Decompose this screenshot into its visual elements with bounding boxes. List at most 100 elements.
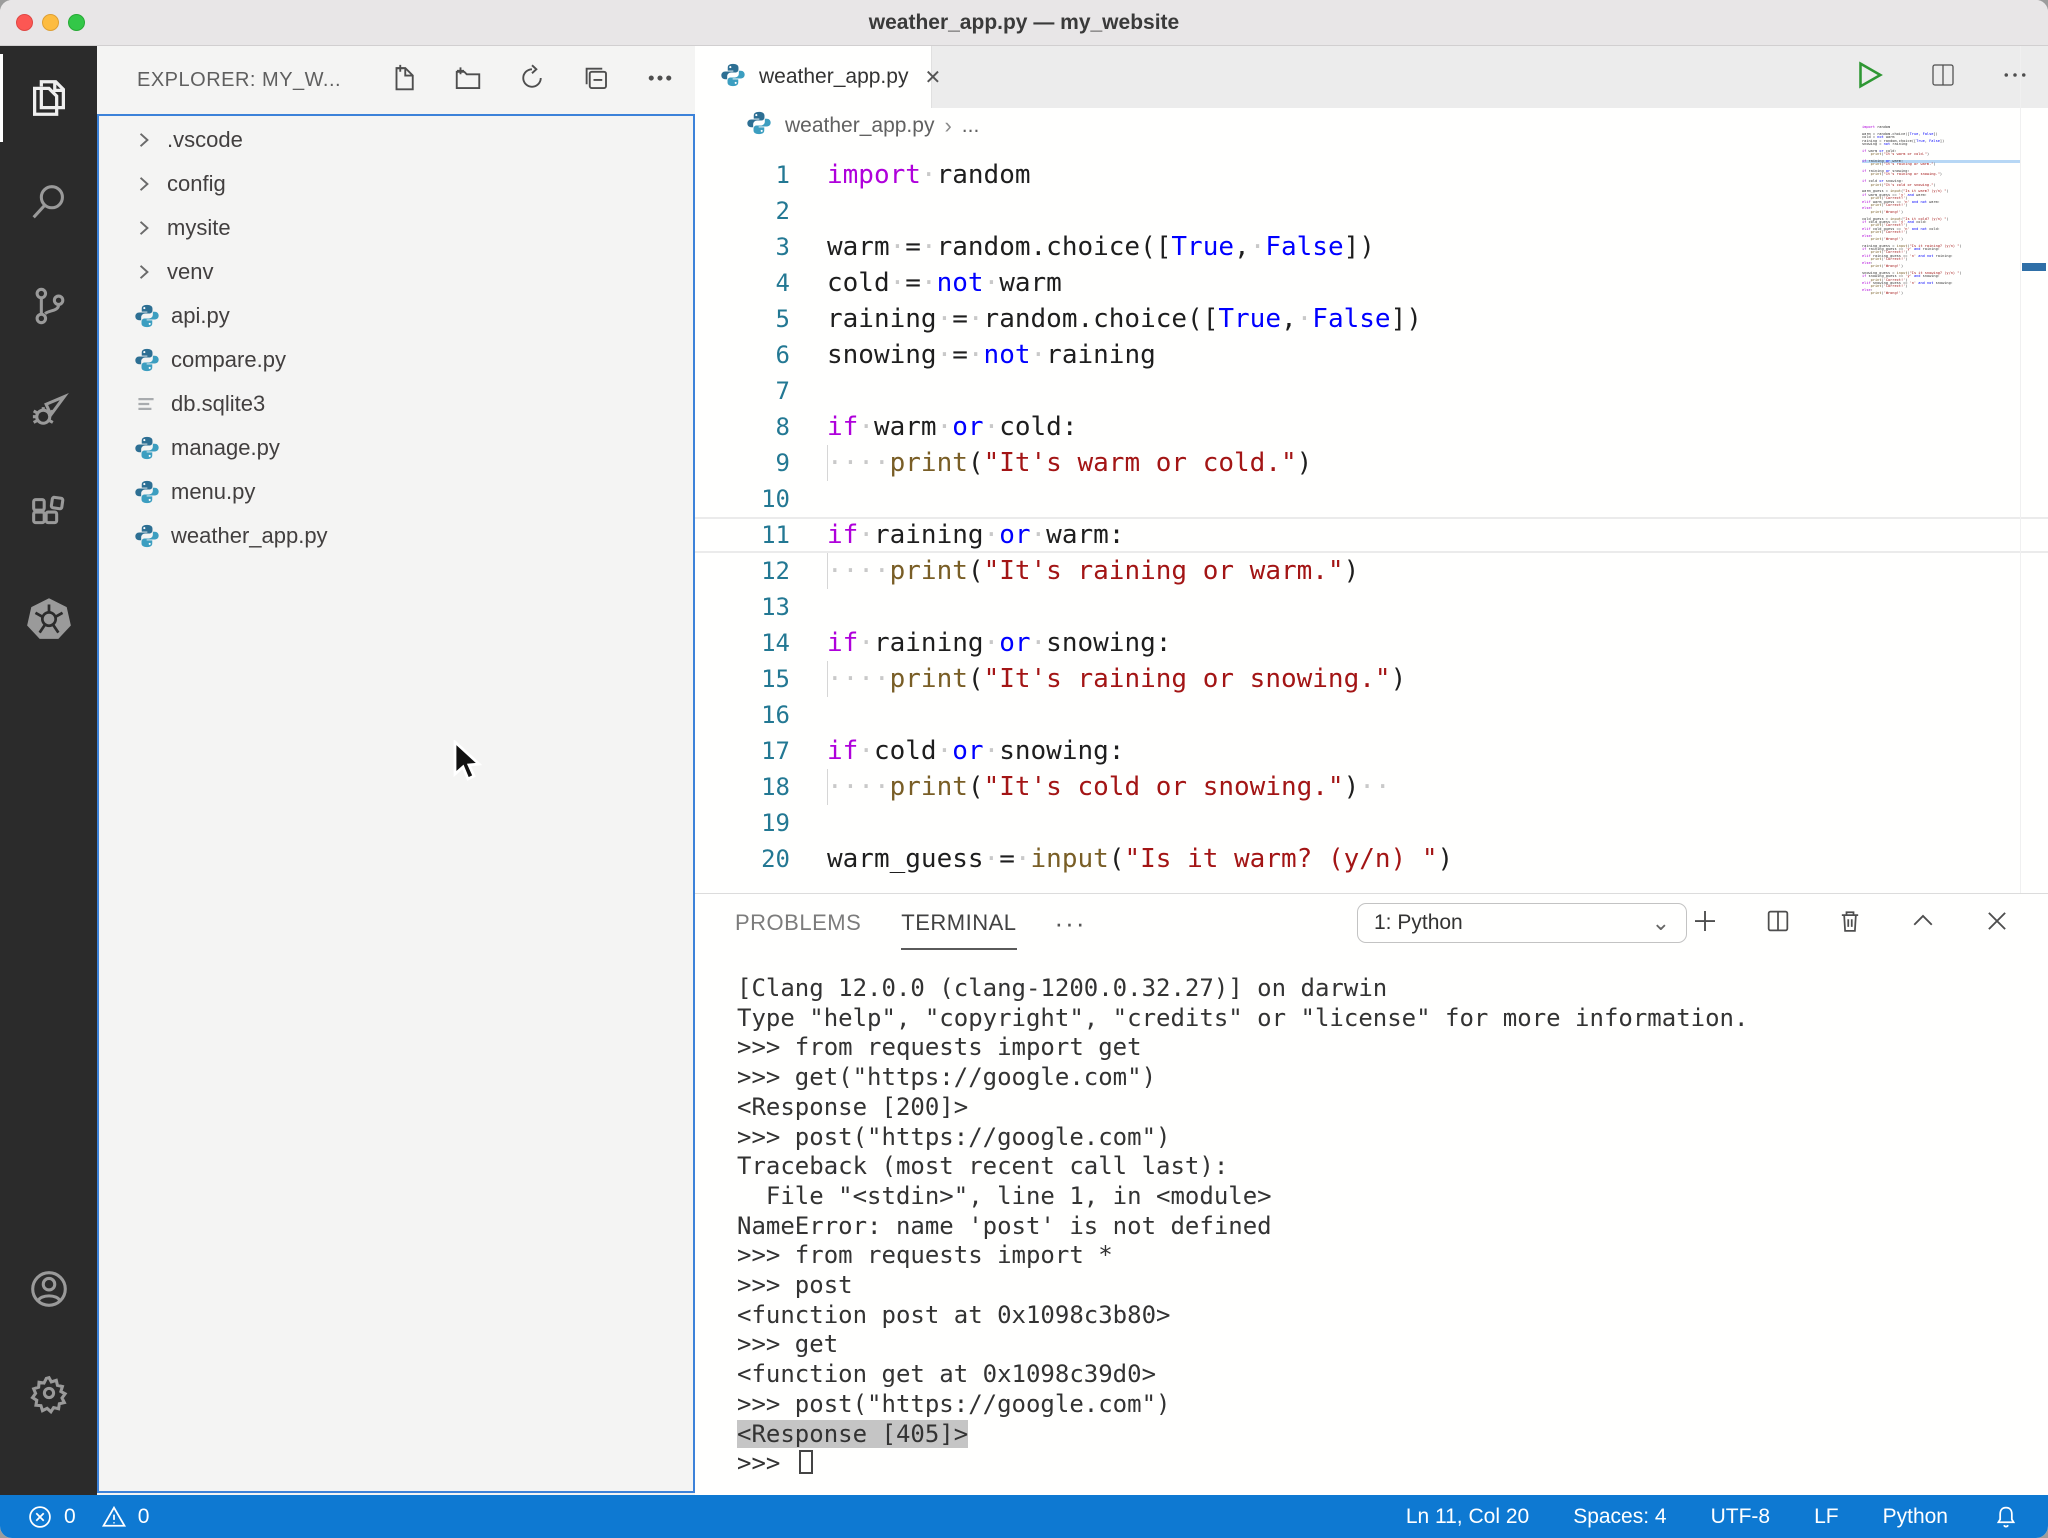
line-number: 11 [695,519,790,551]
code-line-5[interactable]: 5raining·=·random.choice([True,·False]) [695,301,2048,337]
activity-bar [0,46,97,1495]
terminal-line: >>> from requests import get [737,1033,2017,1063]
collapse-folders-icon[interactable] [581,63,611,98]
new-file-icon[interactable] [389,63,419,98]
kill-terminal-icon[interactable] [1836,907,1864,940]
tab-close-icon[interactable]: ✕ [924,65,941,90]
code-line-1[interactable]: 1import·random [695,157,2048,193]
breadcrumb[interactable]: weather_app.py › ... [695,108,2048,144]
tree-file-manage.py[interactable]: manage.py [97,426,695,470]
tree-folder-venv[interactable]: venv [97,250,695,294]
split-terminal-icon[interactable] [1764,907,1792,940]
split-editor-icon[interactable] [1928,60,1958,95]
terminal-line: >>> get("https://google.com") [737,1063,2017,1093]
tree-file-db.sqlite3[interactable]: db.sqlite3 [97,382,695,426]
overview-cursor-marker [2022,263,2046,271]
code-line-7[interactable]: 7 [695,373,2048,409]
terminal-select[interactable]: 1: Python ⌄ [1357,903,1687,943]
tree-item-label: compare.py [171,347,286,373]
settings-gear-icon[interactable] [0,1341,97,1445]
extensions-icon[interactable] [0,462,97,566]
indentation[interactable]: Spaces: 4 [1573,1505,1666,1529]
terminal-output[interactable]: [Clang 12.0.0 (clang-1200.0.32.27)] on d… [737,974,2017,1479]
explorer-more-actions-icon[interactable] [645,63,675,98]
python-file-icon [133,302,171,330]
code-line-20[interactable]: 20warm_guess·=·input("Is it warm? (y/n) … [695,841,2048,877]
new-terminal-icon[interactable] [1690,906,1720,941]
tab-weather-app[interactable]: weather_app.py ✕ [695,46,932,108]
line-number: 3 [695,229,790,265]
code-line-13[interactable]: 13 [695,589,2048,625]
source-control-icon[interactable] [0,254,97,358]
code-line-16[interactable]: 16 [695,697,2048,733]
terminal-line: Traceback (most recent call last): [737,1152,2017,1182]
tab-terminal[interactable]: TERMINAL [901,894,1016,952]
code-line-12[interactable]: 12····print("It's raining or warm.") [695,553,2048,589]
panel-more-icon[interactable]: ··· [1055,908,1087,939]
line-number: 9 [695,445,790,481]
code-line-15[interactable]: 15····print("It's raining or snowing.") [695,661,2048,697]
tree-file-menu.py[interactable]: menu.py [97,470,695,514]
new-folder-icon[interactable] [453,63,483,98]
minimap[interactable]: import randomwarm = random.choice([True,… [1862,108,2020,528]
tree-folder-.vscode[interactable]: .vscode [97,118,695,162]
line-number: 10 [695,481,790,517]
tree-item-label: .vscode [167,127,243,153]
tab-problems[interactable]: PROBLEMS [735,894,861,952]
terminal-line: NameError: name 'post' is not defined [737,1212,2017,1242]
errors-icon[interactable] [26,1503,54,1531]
language-mode[interactable]: Python [1883,1505,1948,1529]
python-file-icon [745,109,773,143]
code-line-19[interactable]: 19 [695,805,2048,841]
line-number: 6 [695,337,790,373]
chevron-right-icon [133,217,167,239]
code-line-10[interactable]: 10 [695,481,2048,517]
maximize-panel-icon[interactable] [1908,906,1938,941]
terminal-line: >>> get [737,1330,2017,1360]
close-panel-icon[interactable] [1982,906,2012,941]
tree-folder-mysite[interactable]: mysite [97,206,695,250]
breadcrumb-more[interactable]: ... [962,114,980,138]
explorer-icon[interactable] [0,46,97,150]
tree-item-label: venv [167,259,213,285]
line-number: 15 [695,661,790,697]
warnings-icon[interactable] [100,1503,128,1531]
terminal-line: Type "help", "copyright", "credits" or "… [737,1004,2017,1034]
run-python-file-icon[interactable] [1852,58,1886,97]
line-number: 5 [695,301,790,337]
vscode-window: weather_app.py — my_website [0,0,2048,1538]
tree-folder-config[interactable]: config [97,162,695,206]
code-line-4[interactable]: 4cold·=·not·warm [695,265,2048,301]
tree-file-compare.py[interactable]: compare.py [97,338,695,382]
tree-file-api.py[interactable]: api.py [97,294,695,338]
breadcrumb-file[interactable]: weather_app.py [785,114,934,138]
encoding[interactable]: UTF-8 [1711,1505,1771,1529]
accounts-icon[interactable] [0,1237,97,1341]
run-and-debug-icon[interactable] [0,358,97,462]
code-line-14[interactable]: 14if·raining·or·snowing: [695,625,2048,661]
code-line-8[interactable]: 8if·warm·or·cold: [695,409,2048,445]
tab-label: weather_app.py [759,65,908,89]
line-number: 20 [695,841,790,877]
code-line-3[interactable]: 3warm·=·random.choice([True,·False]) [695,229,2048,265]
python-file-icon [133,478,171,506]
tree-item-label: weather_app.py [171,523,328,549]
kubernetes-icon[interactable] [0,566,97,670]
terminal-select-value: 1: Python [1374,911,1463,935]
search-icon[interactable] [0,150,97,254]
code-line-9[interactable]: 9····print("It's warm or cold.") [695,445,2048,481]
chevron-right-icon [133,173,167,195]
code-editor[interactable]: 1import·random23warm·=·random.choice([Tr… [695,144,2048,893]
code-line-6[interactable]: 6snowing·=·not·raining [695,337,2048,373]
tree-file-weather_app.py[interactable]: weather_app.py [97,514,695,558]
notifications-bell-icon[interactable] [1992,1503,2020,1531]
code-line-11[interactable]: 11if·raining·or·warm: [695,517,2048,553]
python-file-icon [719,61,747,94]
refresh-explorer-icon[interactable] [517,63,547,98]
code-line-2[interactable]: 2 [695,193,2048,229]
overview-ruler[interactable] [2020,46,2048,893]
cursor-position[interactable]: Ln 11, Col 20 [1406,1505,1529,1529]
code-line-18[interactable]: 18····print("It's cold or snowing.")·· [695,769,2048,805]
eol-sequence[interactable]: LF [1814,1505,1839,1529]
code-line-17[interactable]: 17if·cold·or·snowing: [695,733,2048,769]
